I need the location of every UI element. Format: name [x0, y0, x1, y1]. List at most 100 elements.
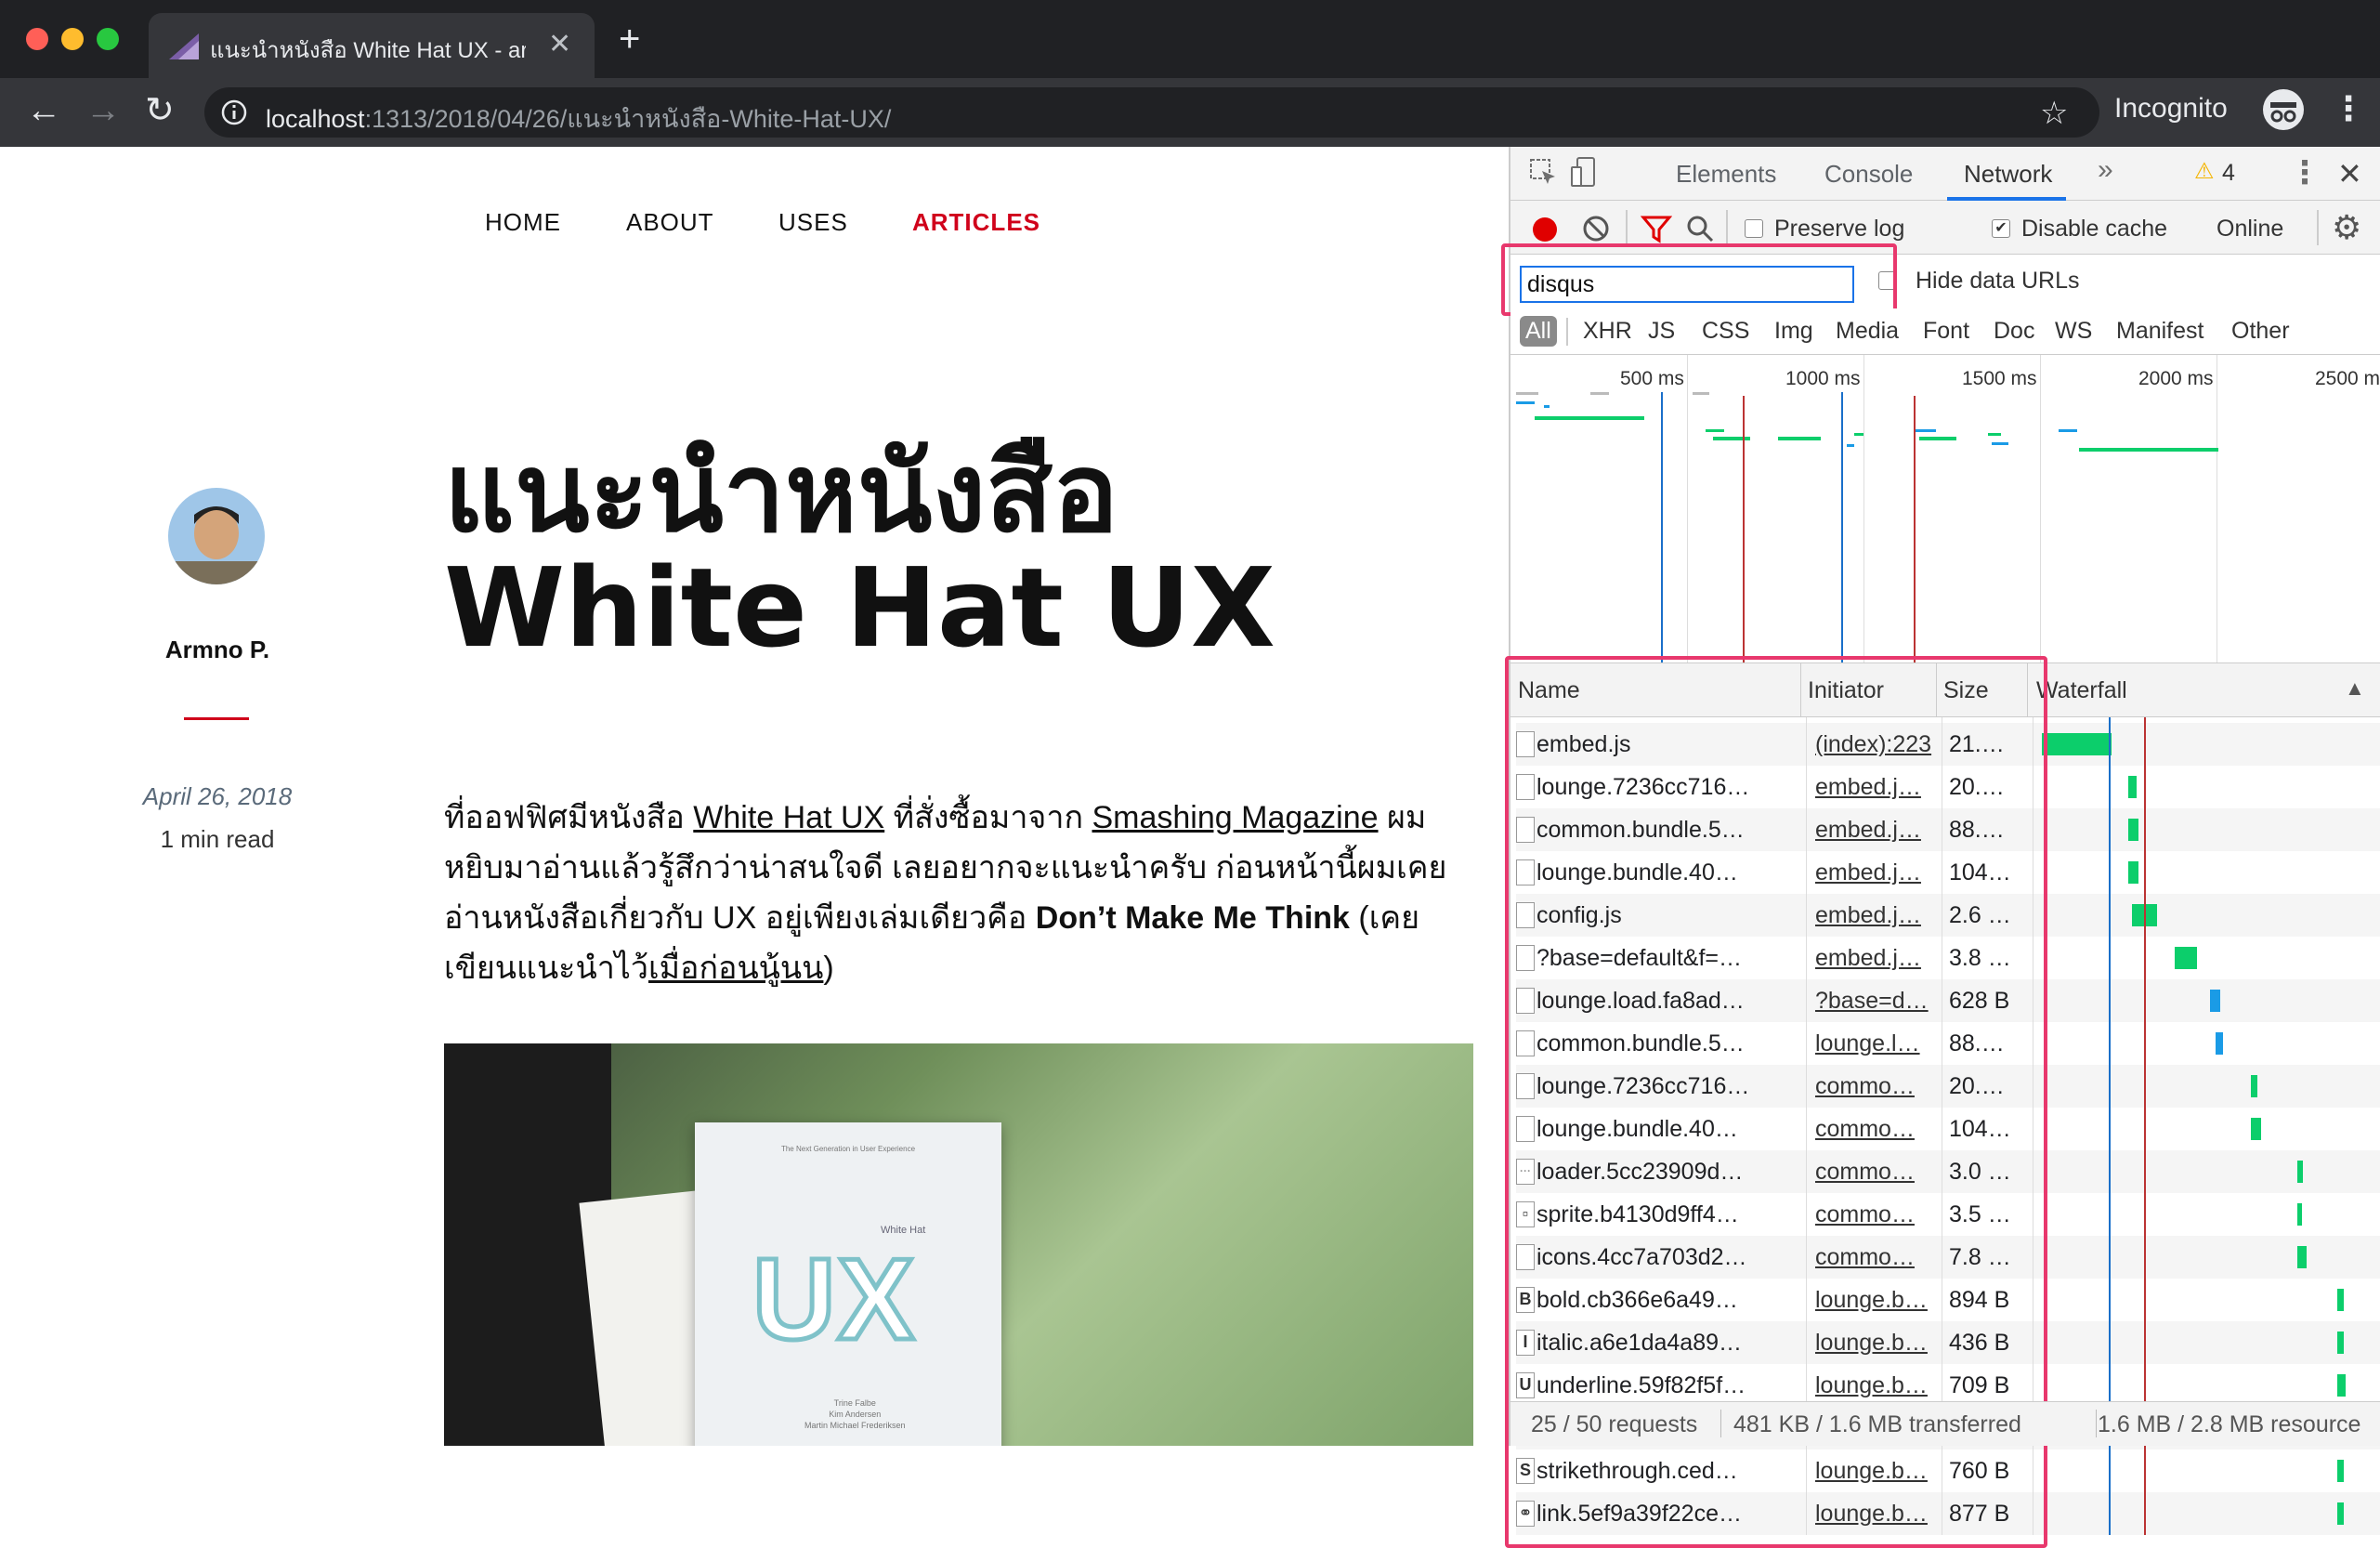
post-intro-paragraph: ที่ออฟฟิศมีหนังสือ White Hat UX ที่สั่งซ… [444, 800, 1447, 986]
more-tabs-icon[interactable]: » [2098, 154, 2113, 186]
zoom-window-button[interactable] [97, 28, 119, 50]
filter-all[interactable]: All [1520, 316, 1557, 347]
tab-console[interactable]: Console [1824, 160, 1913, 189]
preserve-log-checkbox[interactable] [1745, 219, 1763, 238]
previous-post-link[interactable]: เมื่อก่อนนู้นน [648, 951, 823, 986]
nav-about[interactable]: ABOUT [626, 208, 714, 237]
post-title-line-2: White Hat UX [444, 544, 1275, 672]
incognito-icon[interactable] [2261, 87, 2306, 132]
waterfall-bar [2337, 1374, 2347, 1397]
devtools-menu-icon[interactable]: ⋮ [2289, 154, 2321, 191]
status-requests: 25 / 50 requests [1531, 1411, 1698, 1437]
warning-icon[interactable]: ⚠ [2194, 158, 2215, 185]
waterfall-bar [2128, 776, 2138, 798]
waterfall-bar [2251, 1075, 2257, 1097]
sort-ascending-icon[interactable]: ▲ [2345, 676, 2365, 701]
tab-strip: แนะนำหนังสือ White Hat UX - arr ✕ + [0, 0, 2380, 78]
preserve-log-label: Preserve log [1774, 216, 1905, 242]
timeline-tick-1000: 1000 ms [1785, 368, 1861, 389]
device-toolbar-icon[interactable] [1570, 156, 1600, 190]
waterfall-bar [2337, 1460, 2344, 1482]
waterfall-bar [2337, 1289, 2344, 1311]
browser-tab[interactable]: แนะนำหนังสือ White Hat UX - arr ✕ [149, 13, 595, 78]
white-hat-ux-link[interactable]: White Hat UX [693, 800, 884, 835]
web-page: HOME ABOUT USES ARTICLES Armno P. April … [0, 147, 1509, 1446]
back-icon[interactable]: ← [26, 91, 61, 131]
waterfall-bar [2174, 947, 2197, 969]
post-title-line-1: แนะนำหนังสือ [444, 428, 1118, 557]
filter-font[interactable]: Font [1923, 318, 1969, 345]
filter-icon[interactable] [1641, 214, 1672, 243]
nav-uses[interactable]: USES [778, 208, 848, 237]
filter-ws[interactable]: WS [2055, 318, 2092, 345]
url-text: localhost:1313/2018/04/26/แนะนำหนังสือ-W… [266, 105, 892, 133]
filter-img[interactable]: Img [1774, 318, 1813, 345]
waterfall-bar [2296, 1246, 2308, 1268]
post-title: แนะนำหนังสือ White Hat UX [444, 435, 1275, 665]
filter-xhr[interactable]: XHR [1583, 318, 1632, 345]
read-time: 1 min read [160, 825, 275, 853]
resource-type-filters: All XHR JS CSS Img Media Font Doc WS Man… [1510, 308, 2380, 355]
filter-css[interactable]: CSS [1702, 318, 1749, 345]
book-photo: The Next Generation in User Experience W… [444, 1043, 1473, 1446]
forward-icon[interactable]: → [85, 91, 121, 131]
waterfall-bar [2128, 861, 2139, 884]
author-divider [184, 717, 249, 720]
author-avatar [168, 488, 265, 584]
site-info-icon[interactable] [221, 99, 247, 125]
minimize-window-button[interactable] [61, 28, 84, 50]
profile-label: Incognito [2114, 93, 2228, 124]
filter-js[interactable]: JS [1648, 318, 1675, 345]
browser-menu-icon[interactable]: ⋮ [2332, 89, 2365, 128]
timeline-tick-500: 500 ms [1620, 368, 1684, 389]
book-cover: The Next Generation in User Experience W… [695, 1122, 1001, 1446]
search-icon[interactable] [1685, 214, 1715, 243]
timeline-tick-2500: 2500 m [2315, 368, 2380, 389]
filter-highlight-box [1501, 243, 1897, 316]
clear-icon[interactable] [1581, 214, 1611, 243]
book-cover-title: UX [750, 1234, 917, 1367]
close-devtools-icon[interactable]: ✕ [2337, 156, 2362, 191]
overview-timeline: 500 ms 1000 ms 1500 ms 2000 ms 2500 m [1510, 355, 2380, 663]
site-favicon-icon [169, 33, 199, 59]
timeline-tick-1500: 1500 ms [1962, 368, 2037, 389]
post-date: April 26, 2018 [142, 782, 293, 810]
close-tab-icon[interactable]: ✕ [548, 28, 571, 60]
nav-home[interactable]: HOME [485, 208, 561, 237]
waterfall-bar [2128, 819, 2139, 841]
inspect-element-icon[interactable] [1529, 158, 1559, 188]
timeline-tick-2000: 2000 ms [2138, 368, 2214, 389]
waterfall-bar [2042, 733, 2112, 755]
disable-cache-checkbox[interactable]: ✔ [1992, 219, 2010, 238]
new-tab-button[interactable]: + [619, 20, 640, 58]
status-resources: 1.6 MB / 2.8 MB resource [2098, 1411, 2361, 1437]
devtools-tabbar: Elements Console Network » ⚠ 4 ⋮ ✕ [1510, 147, 2380, 201]
filter-manifest[interactable]: Manifest [2116, 318, 2203, 345]
tab-elements[interactable]: Elements [1676, 160, 1776, 189]
waterfall-bar [2210, 990, 2221, 1012]
tab-network[interactable]: Network [1964, 160, 2052, 189]
filter-media[interactable]: Media [1836, 318, 1899, 345]
waterfall-bar [2215, 1032, 2224, 1055]
bookmark-star-icon[interactable]: ☆ [2040, 95, 2068, 132]
filter-other[interactable]: Other [2231, 318, 2290, 345]
waterfall-bar [2337, 1332, 2344, 1354]
filter-doc[interactable]: Doc [1994, 318, 2034, 345]
throttle-select[interactable]: Online [2217, 216, 2283, 243]
devtools-panel: Elements Console Network » ⚠ 4 ⋮ ✕ Prese… [1501, 147, 2380, 1548]
network-status-bar: 25 / 50 requests 481 KB / 1.6 MB transfe… [1510, 1401, 2380, 1446]
reload-icon[interactable]: ↻ [145, 89, 175, 131]
omnibox[interactable]: localhost:1313/2018/04/26/แนะนำหนังสือ-W… [204, 87, 2099, 138]
nav-articles[interactable]: ARTICLES [912, 208, 1040, 237]
waterfall-bar [2337, 1502, 2344, 1525]
disable-cache-label: Disable cache [2021, 216, 2168, 242]
record-icon[interactable] [1529, 214, 1561, 245]
waterfall-bar [2296, 1161, 2304, 1183]
hide-data-urls-label: Hide data URLs [1916, 268, 2080, 294]
author-name: Armno P. [164, 636, 270, 663]
smashing-magazine-link[interactable]: Smashing Magazine [1092, 800, 1378, 835]
waterfall-bar [2251, 1118, 2262, 1140]
network-settings-gear-icon[interactable]: ⚙ [2332, 208, 2361, 247]
close-window-button[interactable] [26, 28, 48, 50]
column-waterfall[interactable]: Waterfall [2036, 663, 2127, 717]
